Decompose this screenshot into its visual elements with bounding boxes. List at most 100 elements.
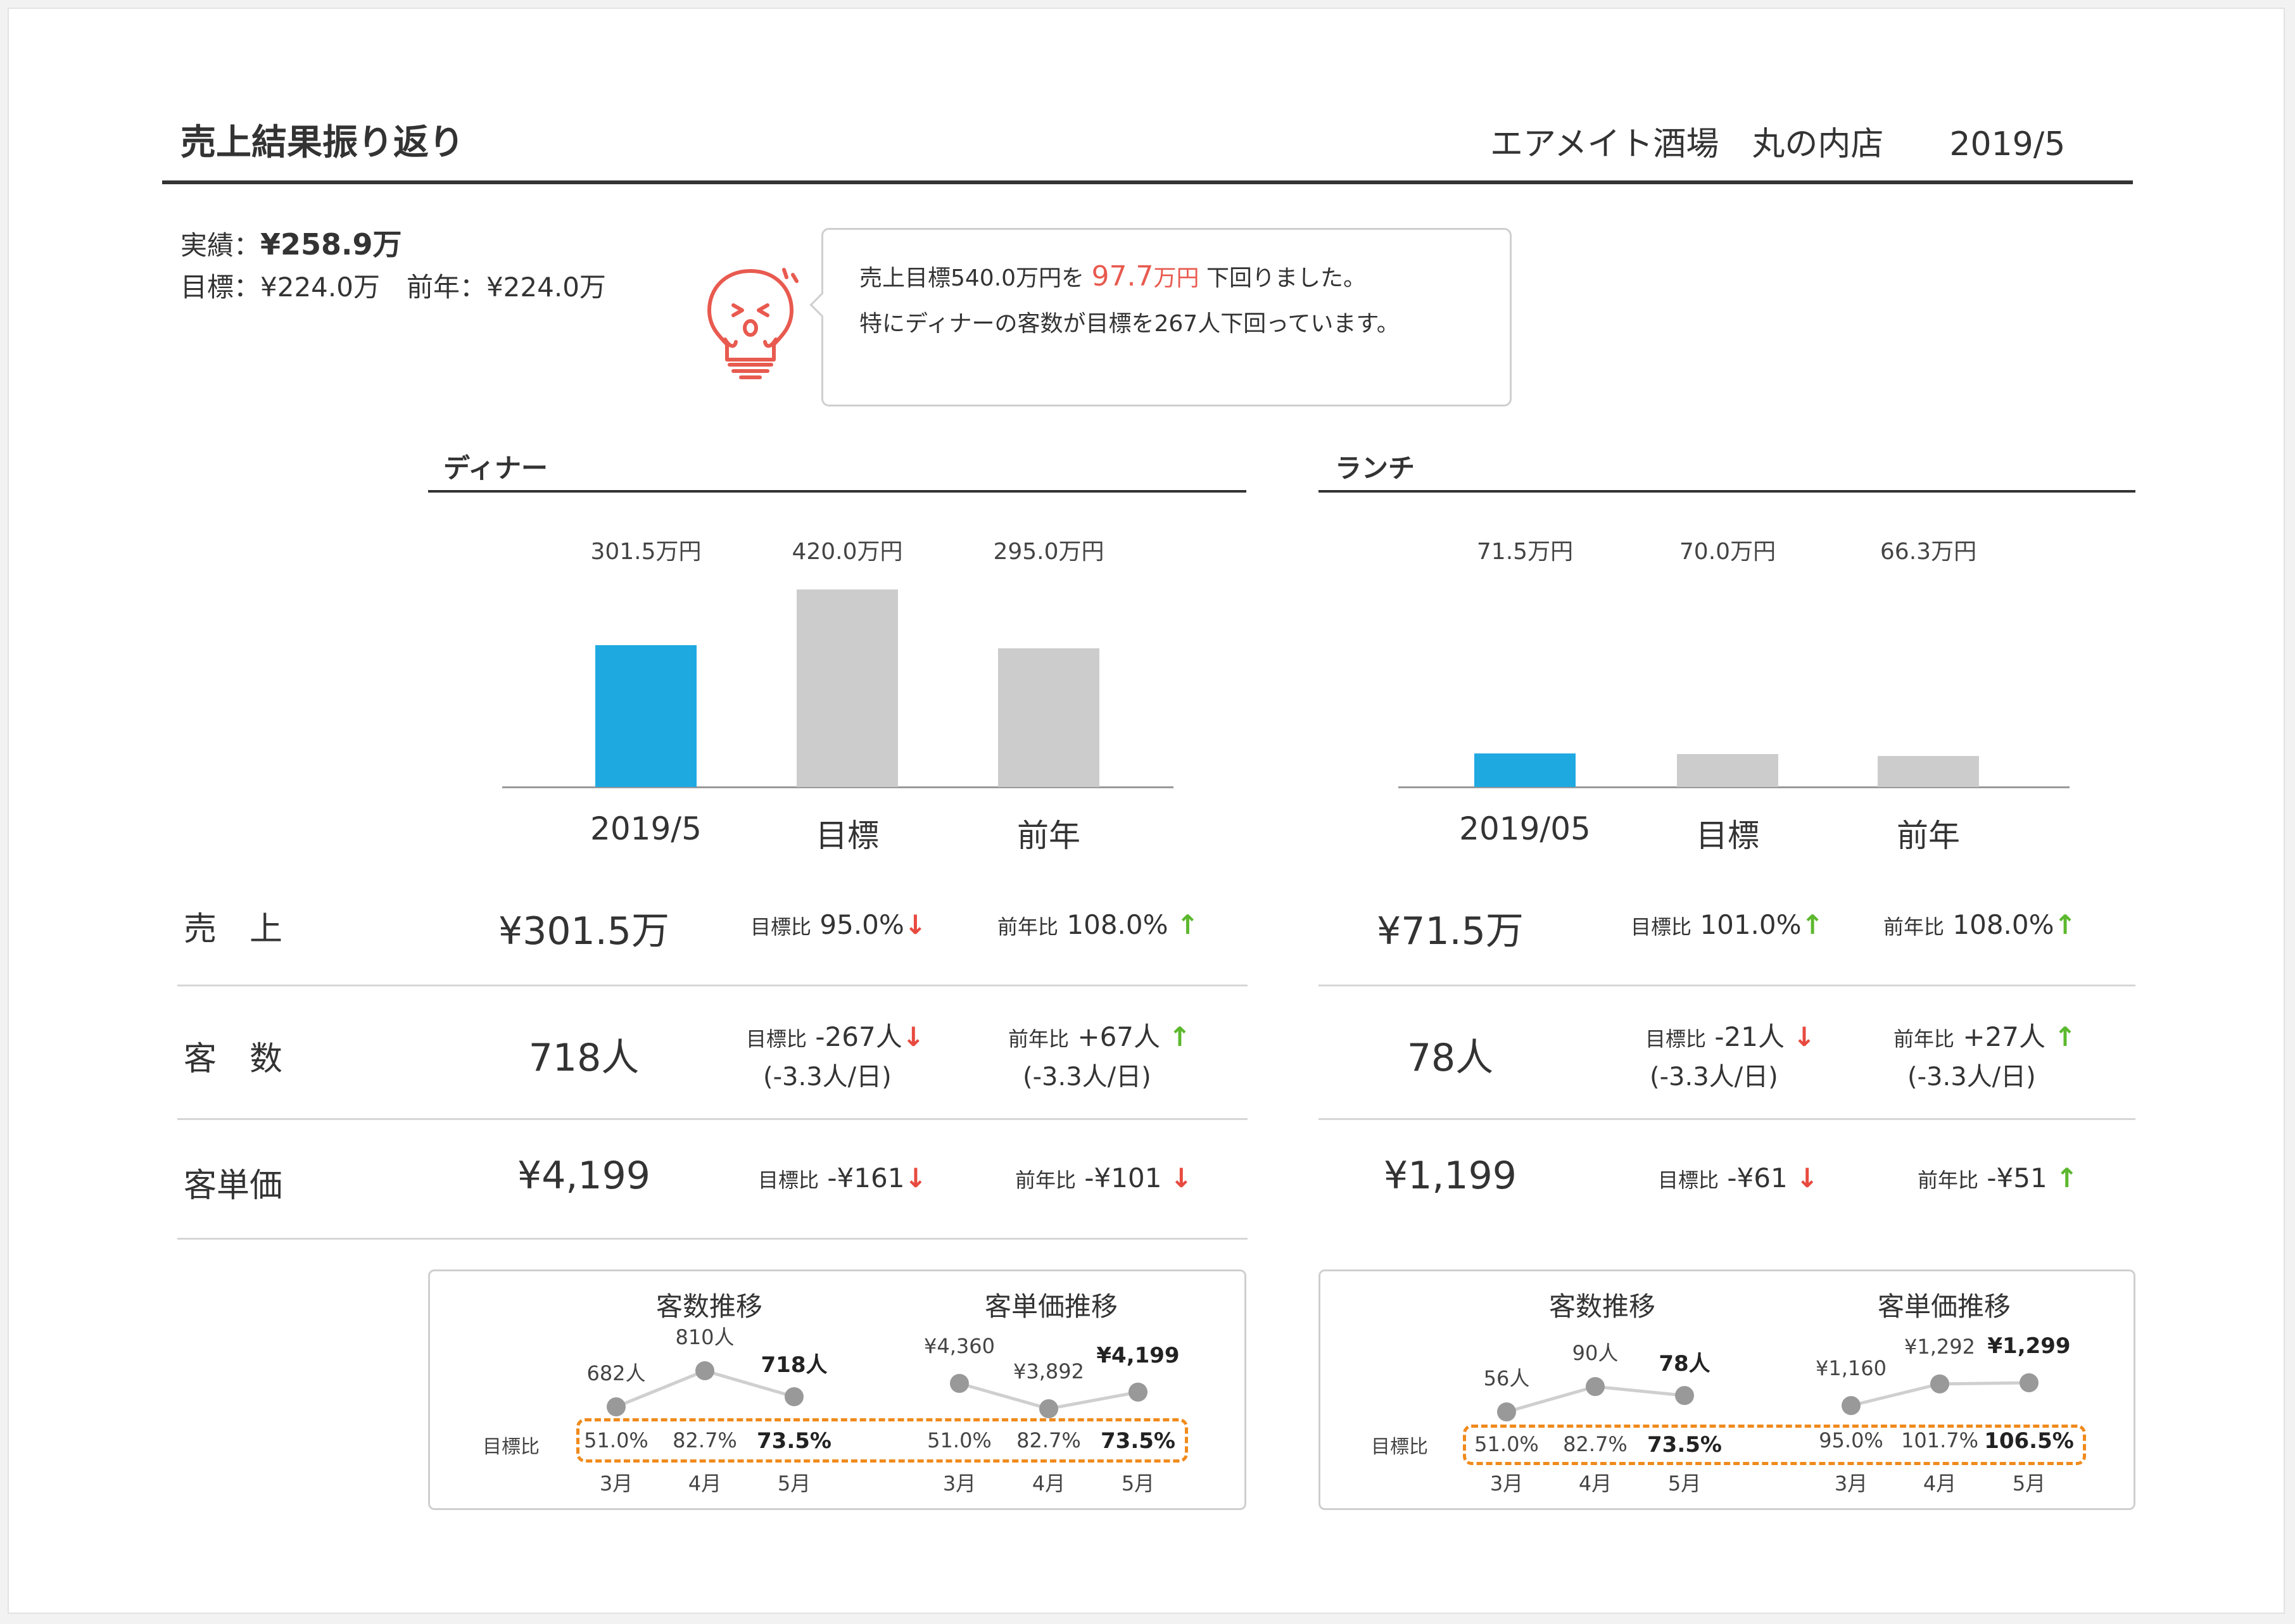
vs-target-value: -¥161 [827, 1162, 905, 1193]
dinner-customers-point-label: 682人 [586, 1361, 646, 1385]
dinner-sales-vs-prev: 前年比 108.0% ↑ [997, 909, 1199, 940]
lunch-customers-prev-per-day: (-3.3人/日) [1907, 1062, 2036, 1092]
lunch-customers-vs-target: 目標比 -21人 ↓ [1645, 1016, 1816, 1054]
dinner-bar-value-label: 301.5万円 [590, 539, 702, 565]
dinner-unit-price-value: ¥4,199 [517, 1154, 650, 1198]
dinner-row-divider [177, 1118, 1248, 1120]
dinner-unit-price-point-label: ¥4,360 [924, 1334, 995, 1358]
lunch-customers-value: 78人 [1407, 1036, 1494, 1080]
vs-target-label: 目標比 [758, 1168, 819, 1192]
dinner-section-title: ディナー [443, 453, 548, 484]
lunch-unit-price-value: ¥1,199 [1384, 1154, 1517, 1198]
arrow-up-icon: ↑ [1168, 1021, 1191, 1052]
vs-target-value: -¥61 [1727, 1162, 1788, 1193]
lunch-sales-vs-target: 目標比 101.0%↑ [1631, 909, 1824, 940]
vs-prev-value: +27人 [1963, 1021, 2046, 1052]
dinner-unit-price-month-label: 3月 [942, 1471, 977, 1495]
dinner-bar-2 [998, 648, 1099, 787]
dinner-unit-price-point-label: ¥4,199 [1096, 1342, 1180, 1368]
dinner-category-label: 2019/5 [590, 810, 702, 847]
arrow-up-icon: ↑ [1176, 909, 1199, 940]
dinner-category-label: 前年 [1017, 817, 1080, 854]
lunch-sales-value: ¥71.5万 [1377, 909, 1524, 954]
lunch-unit-price-trend-title: 客単価推移 [1877, 1291, 2011, 1322]
comment-line-2: 特にディナーの客数が目標を267人下回っています。 [859, 311, 1400, 337]
page-title: 売上結果振り返り [180, 122, 464, 163]
lunch-row-divider [1318, 1118, 2135, 1120]
store-name: エアメイト酒場 丸の内店 [1490, 125, 1884, 163]
lunch-unit-price-point-label: ¥1,299 [1987, 1333, 2071, 1359]
lunch-category-label: 2019/05 [1459, 810, 1591, 847]
dinner-category-label: 目標 [816, 817, 879, 854]
lunch-sales-vs-prev: 前年比 108.0%↑ [1883, 909, 2077, 940]
arrow-down-icon: ↓ [1170, 1162, 1192, 1193]
dinner-row-divider [177, 1238, 1248, 1240]
arrow-down-icon: ↓ [1793, 1021, 1816, 1052]
arrow-down-icon: ↓ [902, 1021, 925, 1052]
dinner-customers-month-label: 5月 [777, 1471, 811, 1495]
dinner-bar-value-label: 420.0万円 [792, 539, 903, 565]
vs-prev-label: 前年比 [1918, 1168, 1979, 1192]
vs-prev-value: -¥51 [1987, 1162, 2047, 1193]
dinner-row-divider [177, 985, 1248, 986]
vs-target-label: 目標比 [750, 915, 812, 939]
dinner-customers-vs-prev: 前年比 +67人 ↑ [1008, 1016, 1191, 1054]
dinner-unit-price-month-label: 4月 [1032, 1471, 1066, 1495]
vs-target-value: 95.0% [819, 909, 904, 940]
row-label-sales: 売 上 [184, 910, 283, 948]
arrow-up-icon: ↑ [2056, 1162, 2078, 1193]
shortfall-amount: 97.7 [1091, 260, 1154, 293]
lunch-bar-0 [1474, 753, 1576, 787]
lunch-section-title: ランチ [1335, 453, 1415, 484]
lunch-customers-month-label: 4月 [1578, 1471, 1612, 1495]
vs-prev-value: -¥101 [1084, 1162, 1162, 1193]
vs-target-value: -21人 [1714, 1021, 1785, 1052]
dinner-bar-value-label: 295.0万円 [993, 539, 1104, 565]
actual-value: ¥258.9万 [260, 227, 402, 261]
lunch-unit-price-vs-target: 目標比 -¥61 ↓ [1658, 1162, 1818, 1193]
lunch-customers-point-label: 78人 [1659, 1351, 1710, 1377]
dinner-customers-target-ratio: 73.5% [757, 1428, 831, 1454]
lunch-customers-target-per-day: (-3.3人/日) [1650, 1062, 1778, 1092]
row-label-unit-price: 客単価 [184, 1167, 283, 1205]
dinner-customers-point-label: 810人 [675, 1325, 735, 1349]
period: 2019/5 [1949, 125, 2066, 163]
vs-prev-label: 前年比 [1008, 1027, 1070, 1051]
comment-line-1: 売上目標540.0万円を 97.7万円 下回りました。 [859, 260, 1366, 293]
vs-target-label: 目標比 [1658, 1168, 1719, 1192]
lunch-customers-target-ratio: 73.5% [1647, 1432, 1722, 1457]
lunch-category-label: 前年 [1897, 817, 1960, 854]
vs-prev-label: 前年比 [1883, 915, 1945, 939]
vs-prev-value: 108.0% [1952, 909, 2054, 940]
comment-line-1-prefix: 売上目標540.0万円を [859, 265, 1085, 291]
arrow-up-icon: ↑ [2054, 1021, 2077, 1052]
dinner-bar-0 [595, 645, 697, 787]
dinner-customers-value: 718人 [528, 1036, 640, 1080]
dinner-customers-prev-per-day: (-3.3人/日) [1023, 1062, 1151, 1092]
lunch-target-ratio-label: 目標比 [1371, 1436, 1428, 1458]
vs-target-label: 目標比 [746, 1027, 807, 1051]
lunch-bar-value-label: 70.0万円 [1679, 539, 1776, 565]
dinner-sales-value: ¥301.5万 [498, 909, 669, 954]
lunch-customers-point-label: 56人 [1483, 1366, 1530, 1390]
arrow-down-icon: ↓ [1796, 1162, 1819, 1193]
store-name-and-period: エアメイト酒場 丸の内店 2019/5 [1490, 117, 2065, 165]
actual-label: 実績： [180, 230, 261, 261]
arrow-up-icon: ↑ [1801, 909, 1824, 940]
vs-prev-label: 前年比 [997, 915, 1059, 939]
dinner-unit-price-vs-target: 目標比 -¥161↓ [758, 1162, 927, 1193]
arrow-up-icon: ↑ [2054, 909, 2077, 940]
lunch-unit-price-point-label: ¥1,160 [1816, 1356, 1887, 1380]
dinner-unit-price-target-ratio: 73.5% [1101, 1428, 1175, 1454]
vs-prev-value: +67人 [1077, 1021, 1161, 1052]
lunch-bar-value-label: 66.3万円 [1880, 539, 1977, 565]
vs-prev-label: 前年比 [1015, 1168, 1077, 1192]
lunch-bar-value-label: 71.5万円 [1476, 539, 1574, 565]
dinner-bar-1 [797, 589, 898, 787]
lunch-row-divider [1318, 985, 2135, 986]
lunch-customer-trend-title: 客数推移 [1548, 1291, 1655, 1322]
vs-prev-value: 108.0% [1066, 909, 1168, 940]
vs-target-label: 目標比 [1631, 915, 1692, 939]
vs-target-label: 目標比 [1645, 1027, 1707, 1051]
vs-prev-label: 前年比 [1894, 1027, 1955, 1051]
